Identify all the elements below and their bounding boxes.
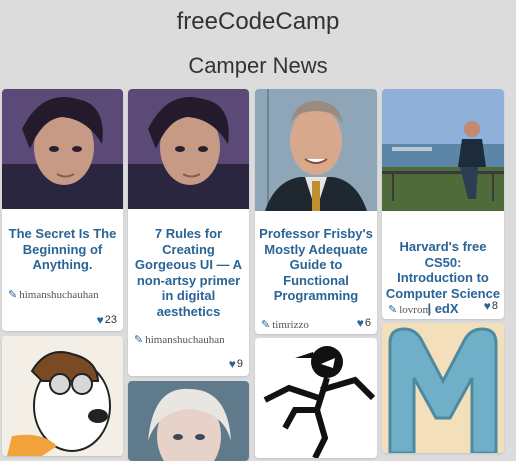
brand-title: freeCodeCamp [176, 8, 340, 35]
news-card[interactable]: The Secret Is The Beginning of Anything.… [2, 89, 123, 331]
pencil-icon: ✎ [134, 334, 144, 346]
pencil-icon: ✎ [8, 289, 18, 301]
article-thumbnail[interactable] [382, 89, 504, 211]
likes-value: 9 [236, 358, 243, 370]
author-name[interactable]: himanshuchauhan [19, 289, 98, 301]
likes-count[interactable]: ♥ 6 [357, 316, 371, 330]
author-name[interactable]: timrizzo [272, 319, 309, 331]
article-headline[interactable]: The Secret Is The Beginning of Anything. [2, 226, 123, 273]
heart-icon: ♥ [483, 299, 491, 313]
news-card[interactable] [2, 336, 123, 456]
page-title: Camper News [188, 53, 328, 78]
likes-value: 8 [491, 300, 498, 312]
likes-value: 6 [364, 317, 371, 329]
likes-value: 23 [104, 314, 117, 326]
likes-count[interactable]: ♥ 8 [484, 299, 498, 313]
article-thumbnail[interactable] [255, 89, 377, 211]
author-name[interactable]: himanshuchauhan [145, 334, 224, 346]
article-headline[interactable]: Professor Frisby's Mostly Adequate Guide… [255, 226, 377, 304]
pencil-icon: ✎ [261, 319, 271, 331]
article-thumbnail[interactable] [128, 89, 249, 209]
news-card[interactable]: Harvard's free CS50: Introduction to Com… [382, 89, 504, 319]
article-thumbnail[interactable] [382, 323, 504, 453]
author-name[interactable]: lovrom [399, 304, 431, 316]
author-link[interactable]: ✎ himanshuchauhan [134, 333, 225, 347]
article-thumbnail[interactable] [2, 336, 123, 456]
article-thumbnail[interactable] [128, 381, 249, 461]
author-link[interactable]: ✎ timrizzo [261, 318, 309, 332]
news-card[interactable]: 7 Rules for Creating Gorgeous UI — A non… [128, 89, 249, 376]
news-card[interactable]: Professor Frisby's Mostly Adequate Guide… [255, 89, 377, 334]
likes-count[interactable]: ♥ 9 [229, 357, 243, 371]
article-headline[interactable]: 7 Rules for Creating Gorgeous UI — A non… [128, 226, 249, 319]
news-card[interactable] [382, 323, 504, 453]
article-thumbnail[interactable] [2, 89, 123, 209]
news-card[interactable] [255, 338, 377, 458]
heart-icon: ♥ [228, 357, 236, 371]
news-card[interactable] [128, 381, 249, 461]
author-link[interactable]: ✎ lovrom [388, 303, 431, 317]
article-thumbnail[interactable] [255, 338, 377, 458]
pencil-icon: ✎ [388, 304, 398, 316]
author-link[interactable]: ✎ himanshuchauhan [8, 288, 99, 302]
heart-icon: ♥ [96, 313, 104, 327]
heart-icon: ♥ [356, 316, 364, 330]
likes-count[interactable]: ♥ 23 [97, 313, 117, 327]
